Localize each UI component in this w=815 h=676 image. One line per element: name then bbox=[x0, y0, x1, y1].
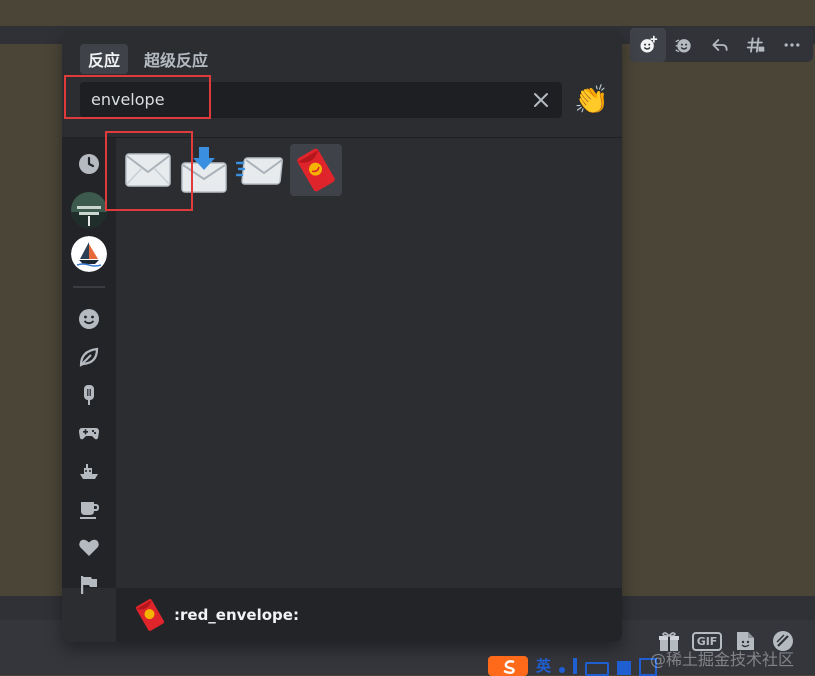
add-super-reaction-button[interactable] bbox=[666, 28, 702, 62]
emoji-preview-footer: :red_envelope: bbox=[116, 588, 622, 642]
ime-skin-icon[interactable] bbox=[617, 661, 632, 675]
sidebar-separator bbox=[73, 286, 105, 288]
sogou-logo-icon bbox=[488, 656, 528, 676]
server-avatar bbox=[71, 192, 107, 228]
sidebar-item-server-1[interactable] bbox=[71, 192, 107, 228]
add-super-reaction-icon bbox=[675, 39, 691, 53]
emoji-result-red-envelope[interactable] bbox=[290, 144, 342, 196]
clear-search-icon[interactable] bbox=[532, 91, 550, 109]
sidebar-item-server-2[interactable] bbox=[71, 236, 107, 272]
sidebar-item-flags[interactable] bbox=[73, 569, 105, 601]
sidebar-item-symbols[interactable] bbox=[73, 531, 105, 563]
tab-reactions[interactable]: 反应 bbox=[80, 44, 129, 74]
more-icon bbox=[784, 43, 800, 47]
skin-tone-button[interactable]: 👏 bbox=[574, 82, 609, 118]
ime-toolbar: 英 bbox=[488, 656, 658, 676]
ime-voice-icon[interactable] bbox=[573, 658, 578, 674]
travel-icon bbox=[80, 464, 98, 479]
picker-tabs: 反应 超级反应 bbox=[80, 44, 216, 74]
red-envelope-emoji bbox=[297, 148, 335, 192]
ime-mode-label[interactable]: 英 bbox=[536, 657, 551, 676]
leaf-icon bbox=[79, 347, 99, 367]
annotation-box-envelope bbox=[105, 131, 193, 211]
footer-red-envelope-emoji bbox=[135, 599, 165, 631]
create-thread-icon bbox=[746, 37, 765, 53]
add-reaction-button[interactable] bbox=[630, 28, 666, 62]
add-reaction-icon bbox=[640, 35, 658, 53]
annotation-box-search bbox=[64, 75, 211, 119]
footer-emoji-name: :red_envelope: bbox=[174, 606, 299, 624]
sidebar-item-people[interactable] bbox=[73, 303, 105, 335]
app-background-top bbox=[0, 0, 815, 26]
emoji-picker: 反应 超级反应 envelope 👏:red_envelope: bbox=[62, 30, 622, 642]
watermark: @稀土掘金技术社区 bbox=[650, 650, 795, 669]
server-avatar-boat bbox=[71, 236, 107, 272]
sidebar-item-activities[interactable] bbox=[73, 417, 105, 449]
emoji-result-incoming-envelope[interactable] bbox=[234, 144, 286, 196]
recent-icon bbox=[79, 154, 99, 174]
gamepad-icon bbox=[79, 428, 99, 440]
ime-punctuation-icon[interactable] bbox=[559, 667, 566, 673]
sidebar-item-travel[interactable] bbox=[73, 455, 105, 487]
sidebar-item-recent[interactable] bbox=[73, 148, 105, 180]
ice-pop-icon bbox=[84, 385, 94, 405]
flag-icon bbox=[81, 576, 97, 594]
incoming-envelope-emoji bbox=[236, 157, 283, 185]
heart-icon bbox=[79, 539, 99, 556]
create-thread-button[interactable] bbox=[738, 28, 774, 62]
more-button[interactable] bbox=[774, 28, 810, 62]
tab-super-reactions[interactable]: 超级反应 bbox=[136, 44, 216, 74]
sidebar-item-food[interactable] bbox=[73, 379, 105, 411]
reply-icon bbox=[712, 39, 728, 51]
ime-keyboard-icon[interactable] bbox=[585, 662, 610, 676]
smile-icon bbox=[79, 309, 99, 329]
coffee-icon bbox=[80, 502, 100, 519]
message-actions-toolbar bbox=[630, 28, 813, 62]
reply-button[interactable] bbox=[702, 28, 738, 62]
sidebar-item-nature[interactable] bbox=[73, 341, 105, 373]
sidebar-item-objects[interactable] bbox=[73, 493, 105, 525]
